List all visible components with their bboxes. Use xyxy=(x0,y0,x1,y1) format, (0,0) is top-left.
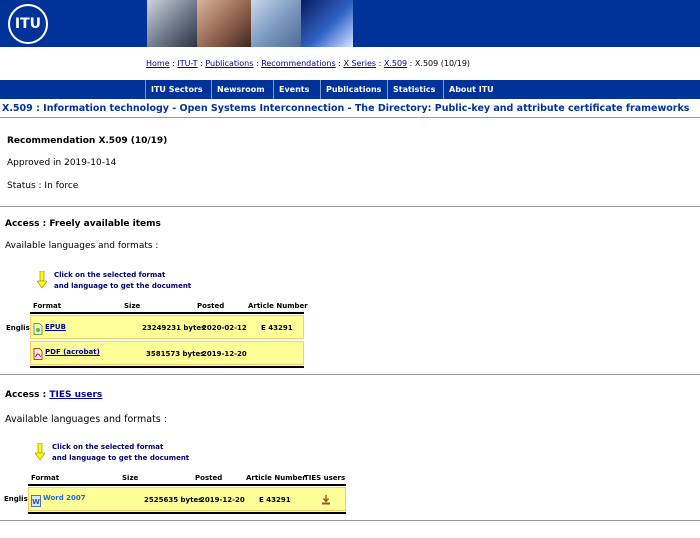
breadcrumb-x509[interactable]: X.509 xyxy=(384,59,407,68)
breadcrumb-itu-t[interactable]: ITU-T xyxy=(177,59,197,68)
rec-heading: Recommendation X.509 (10/19) xyxy=(7,136,168,146)
free-col-format: Format xyxy=(33,302,62,310)
nav-about-itu[interactable]: About ITU xyxy=(443,80,499,99)
arrow-down-icon xyxy=(35,443,45,461)
table-border xyxy=(30,366,304,368)
pdf-file-icon xyxy=(33,348,43,360)
free-access-prefix: Access : xyxy=(5,219,50,229)
word-file-icon: W xyxy=(31,495,41,507)
divider xyxy=(0,206,700,207)
table-row[interactable]: EPUB 23249231 bytes 2020-02-12 E 43291 xyxy=(30,315,304,339)
pdf-posted: 2019-12-20 xyxy=(202,350,247,358)
word-posted: 2019-12-20 xyxy=(200,496,245,504)
table-row[interactable]: PDF (acrobat) 3581573 bytes 2019-12-20 xyxy=(30,341,304,365)
free-access-label: Freely available items xyxy=(49,219,161,229)
free-col-posted: Posted xyxy=(197,302,225,310)
ties-available-label: Available languages and formats : xyxy=(5,414,167,425)
breadcrumb-sep: : xyxy=(407,59,415,68)
word-article: E 43291 xyxy=(259,496,291,504)
svg-text:W: W xyxy=(32,498,40,506)
free-hint-line2: and language to get the document xyxy=(54,282,192,290)
ties-col-ties-users: TIES users xyxy=(304,474,346,482)
table-border xyxy=(28,512,346,514)
epub-article: E 43291 xyxy=(261,324,293,332)
ties-hint-line2: and language to get the document xyxy=(52,454,190,462)
table-row[interactable]: W Word 2007 2525635 bytes 2019-12-20 E 4… xyxy=(28,487,346,511)
word-size: 2525635 bytes xyxy=(144,496,203,504)
free-access-heading: Access : Freely available items xyxy=(5,219,161,229)
pdf-size: 3581573 bytes xyxy=(146,350,205,358)
breadcrumb-recommendations[interactable]: Recommendations xyxy=(261,59,335,68)
nav-newsroom[interactable]: Newsroom xyxy=(211,80,270,99)
banner-photo-woman-phone xyxy=(197,0,251,47)
divider xyxy=(0,520,700,521)
banner-photo-hands xyxy=(251,0,301,47)
banner-photo-globe xyxy=(147,0,197,47)
nav-statistics[interactable]: Statistics xyxy=(387,80,440,99)
breadcrumb-current: X.509 (10/19) xyxy=(414,59,471,68)
table-border xyxy=(28,484,346,486)
epub-file-icon xyxy=(33,323,43,335)
ties-col-posted: Posted xyxy=(195,474,223,482)
nav-itu-sectors[interactable]: ITU Sectors xyxy=(145,80,208,99)
arrow-down-icon xyxy=(37,271,47,289)
banner-photo-satellite xyxy=(301,0,353,47)
ties-col-format: Format xyxy=(31,474,60,482)
download-icon[interactable] xyxy=(321,495,331,505)
header-banner: ITU xyxy=(0,0,700,47)
ties-access-heading: Access : TIES users xyxy=(5,390,102,400)
ties-access-prefix: Access : xyxy=(5,390,50,400)
pdf-link[interactable]: PDF (acrobat) xyxy=(45,348,100,356)
breadcrumb-publications[interactable]: Publications xyxy=(205,59,253,68)
ties-hint-line1: Click on the selected format xyxy=(52,443,164,451)
page-title: X.509 : Information technology - Open Sy… xyxy=(2,103,690,114)
free-available-label: Available languages and formats : xyxy=(5,241,159,251)
free-col-article: Article Number xyxy=(248,302,308,310)
table-border xyxy=(30,312,304,314)
nav-events[interactable]: Events xyxy=(273,80,314,99)
rec-approved: Approved in 2019-10-14 xyxy=(7,158,117,168)
free-col-size: Size xyxy=(124,302,141,310)
divider xyxy=(0,374,700,375)
epub-size: 23249231 bytes xyxy=(142,324,206,332)
ties-col-size: Size xyxy=(122,474,139,482)
nav-publications[interactable]: Publications xyxy=(320,80,386,99)
ties-users-link[interactable]: TIES users xyxy=(49,390,102,400)
epub-link[interactable]: EPUB xyxy=(45,323,66,331)
main-nav: ITU Sectors Newsroom Events Publications… xyxy=(0,80,700,99)
ties-col-article: Article Number xyxy=(246,474,306,482)
divider xyxy=(0,117,700,118)
breadcrumb-sep: : xyxy=(376,59,384,68)
breadcrumb: Home : ITU-T : Publications : Recommenda… xyxy=(146,59,470,68)
itu-logo[interactable]: ITU xyxy=(8,4,48,44)
breadcrumb-home[interactable]: Home xyxy=(146,59,170,68)
rec-status: Status : In force xyxy=(7,181,79,191)
word-link[interactable]: Word 2007 xyxy=(43,494,86,502)
free-hint-line1: Click on the selected format xyxy=(54,271,166,279)
epub-posted: 2020-02-12 xyxy=(202,324,247,332)
breadcrumb-x-series[interactable]: X Series xyxy=(343,59,376,68)
